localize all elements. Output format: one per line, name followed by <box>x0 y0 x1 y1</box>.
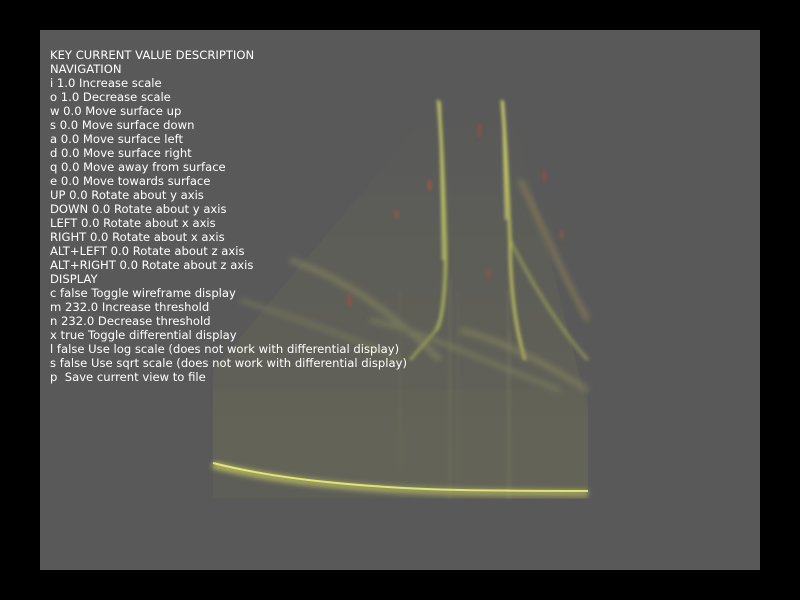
navigation-key-row: d 0.0 Move surface right <box>50 146 192 160</box>
display-key-row: n 232.0 Decrease threshold <box>50 314 211 328</box>
display-key-row: m 232.0 Increase threshold <box>50 300 210 314</box>
navigation-key-row: a 0.0 Move surface left <box>50 132 183 146</box>
navigation-key-row: DOWN 0.0 Rotate about y axis <box>50 202 227 216</box>
key-help-overlay: KEY CURRENT VALUE DESCRIPTION NAVIGATION i… <box>50 48 407 384</box>
navigation-key-row: o 1.0 Decrease scale <box>50 90 171 104</box>
navigation-key-row: e 0.0 Move towards surface <box>50 174 211 188</box>
display-key-row: s false Use sqrt scale (does not work wi… <box>50 356 407 370</box>
navigation-key-row: RIGHT 0.0 Rotate about x axis <box>50 230 225 244</box>
navigation-key-row: w 0.0 Move surface up <box>50 104 182 118</box>
display-key-row: l false Use log scale (does not work wit… <box>50 342 400 356</box>
navigation-heading: NAVIGATION <box>50 62 122 76</box>
navigation-key-row: s 0.0 Move surface down <box>50 118 195 132</box>
navigation-key-row: LEFT 0.0 Rotate about x axis <box>50 216 216 230</box>
render-viewport[interactable]: KEY CURRENT VALUE DESCRIPTION NAVIGATION i… <box>40 30 760 570</box>
display-key-row: c false Toggle wireframe display <box>50 286 236 300</box>
overlay-header: KEY CURRENT VALUE DESCRIPTION <box>50 48 255 62</box>
navigation-key-row: q 0.0 Move away from surface <box>50 160 226 174</box>
display-heading: DISPLAY <box>50 272 98 286</box>
navigation-key-row: ALT+LEFT 0.0 Rotate about z axis <box>50 244 245 258</box>
navigation-key-row: i 1.0 Increase scale <box>50 76 162 90</box>
navigation-key-row: UP 0.0 Rotate about y axis <box>50 188 204 202</box>
navigation-key-row: ALT+RIGHT 0.0 Rotate about z axis <box>50 258 254 272</box>
display-key-row: p Save current view to file <box>50 370 206 384</box>
display-key-row: x true Toggle differential display <box>50 328 237 342</box>
